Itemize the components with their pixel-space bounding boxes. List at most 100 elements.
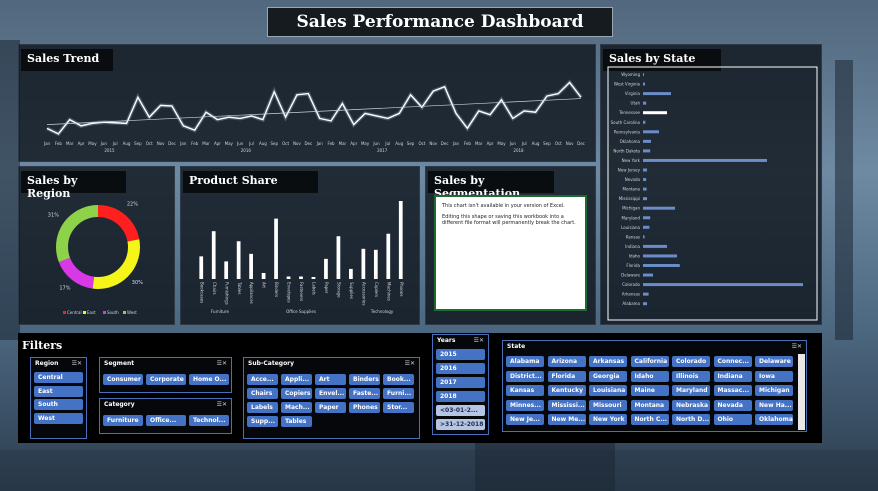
subcategory-chip[interactable]: Tables: [281, 416, 312, 427]
sales-trend-x-tick: Feb: [55, 141, 63, 146]
subcategory-chip[interactable]: Stor...: [383, 402, 414, 413]
state-chip[interactable]: Missouri: [589, 399, 627, 411]
state-chip[interactable]: Kentucky: [547, 385, 586, 396]
state-category-label: Pennsylvania: [614, 129, 641, 134]
state-chip[interactable]: New York: [589, 414, 627, 425]
subcategory-chip[interactable]: Faste...: [349, 388, 380, 399]
state-chip[interactable]: New Me...: [547, 414, 586, 425]
state-chip[interactable]: New Ha...: [755, 399, 793, 411]
state-chip[interactable]: Maine: [630, 385, 669, 396]
state-chip[interactable]: Nevada: [713, 399, 752, 411]
state-chip[interactable]: Kansas: [506, 385, 544, 396]
state-chip[interactable]: North D...: [672, 414, 710, 425]
category-slicer-label: Category: [104, 401, 135, 408]
subcategory-chip[interactable]: Art: [315, 374, 346, 385]
state-chip[interactable]: Indiana: [713, 370, 752, 382]
state-chip[interactable]: New Je...: [506, 414, 544, 425]
product-share-bar: [211, 231, 216, 279]
state-chip[interactable]: Nebraska: [672, 399, 710, 411]
subcategory-slicer: Sub-Category ☰✕ Acce... Appli... Art Binders…: [243, 357, 420, 439]
product-share-bar: [386, 233, 391, 279]
subcategory-chip[interactable]: Supp...: [247, 416, 278, 427]
sales-by-segmentation-title: Sales by Segmentation: [428, 171, 554, 200]
region-chip[interactable]: South: [34, 399, 83, 410]
year-chip[interactable]: 2018: [436, 391, 485, 402]
state-bar: [643, 92, 671, 96]
filter-clear-icon[interactable]: ☰✕: [72, 360, 82, 368]
filter-clear-icon[interactable]: ☰✕: [217, 360, 227, 368]
sales-trend-x-tick: Sep: [407, 141, 415, 146]
year-chip[interactable]: <03-01-2...: [436, 405, 485, 416]
state-chip[interactable]: Massac...: [713, 385, 752, 396]
year-chip[interactable]: 2015: [436, 349, 485, 360]
state-bar: [643, 225, 650, 229]
state-chip[interactable]: Florida: [547, 370, 586, 382]
state-chip[interactable]: Louisiana: [589, 385, 627, 396]
state-chip[interactable]: Idaho: [630, 370, 669, 382]
state-category-label: Colorado: [622, 282, 640, 287]
subcategory-chip[interactable]: Chairs: [247, 388, 278, 399]
state-chip[interactable]: California: [630, 356, 669, 367]
subcategory-chip[interactable]: Binders: [349, 374, 380, 385]
segment-chip[interactable]: Consumer: [103, 374, 143, 385]
state-chip[interactable]: Mississi...: [547, 399, 586, 411]
region-legend-swatch: [83, 311, 86, 314]
state-slicer-scrollbar[interactable]: [798, 354, 805, 430]
unavailable-line-1: This chart isn't available in your versi…: [442, 203, 565, 209]
state-chip[interactable]: Georgia: [589, 370, 627, 382]
state-category-label: Mississippi: [619, 196, 640, 201]
filter-clear-icon[interactable]: ☰✕: [217, 401, 227, 409]
state-chip[interactable]: Ohio: [713, 414, 752, 425]
state-chip[interactable]: Arkansas: [589, 356, 627, 367]
region-legend-swatch: [123, 311, 126, 314]
state-chip[interactable]: Illinois: [672, 370, 710, 382]
product-share-bar: [286, 276, 291, 279]
state-chip[interactable]: Colorado: [672, 356, 710, 367]
segment-chip[interactable]: Corporate: [146, 374, 186, 385]
subcategory-chip[interactable]: Mach...: [281, 402, 312, 413]
subcategory-chip[interactable]: Labels: [247, 402, 278, 413]
subcategory-chip[interactable]: Furni...: [383, 388, 414, 399]
state-chip[interactable]: Michigan: [755, 385, 793, 396]
state-chip[interactable]: North C...: [630, 414, 669, 425]
year-chip[interactable]: 2016: [436, 363, 485, 374]
subcategory-chip[interactable]: Book...: [383, 374, 414, 385]
filter-clear-icon[interactable]: ☰✕: [405, 360, 415, 368]
region-chip[interactable]: Central: [34, 372, 83, 383]
year-chip[interactable]: >31-12-2018: [436, 419, 485, 430]
category-chip[interactable]: Office...: [146, 415, 186, 426]
state-chip[interactable]: Oklahoma: [755, 414, 793, 425]
state-category-label: North Dakota: [613, 148, 640, 153]
state-chip[interactable]: Maryland: [672, 385, 710, 396]
region-chip[interactable]: West: [34, 412, 83, 424]
subcategory-chip[interactable]: Appli...: [281, 374, 312, 385]
state-chip[interactable]: District...: [506, 370, 544, 382]
subcategory-chip[interactable]: Paper: [315, 402, 346, 413]
sales-trend-x-tick: Feb: [327, 141, 335, 146]
sales-trend-x-tick: Jul: [248, 141, 254, 146]
state-chip[interactable]: Montana: [630, 399, 669, 411]
state-category-label: Montana: [623, 187, 641, 192]
state-chip[interactable]: Alabama: [506, 356, 544, 367]
sales-trend-x-tick: Apr: [487, 141, 494, 146]
state-chip[interactable]: Minnes...: [506, 399, 544, 411]
filter-clear-icon[interactable]: ☰✕: [792, 343, 802, 351]
state-chip[interactable]: Iowa: [755, 370, 793, 382]
subcategory-chip[interactable]: Phones: [349, 402, 380, 413]
filter-clear-icon[interactable]: ☰✕: [474, 337, 484, 345]
category-chip[interactable]: Furniture: [103, 415, 143, 426]
year-chip[interactable]: 2017: [436, 377, 485, 388]
state-chip[interactable]: Delaware: [755, 356, 793, 367]
subcategory-chip[interactable]: Envel...: [315, 388, 346, 399]
subcategory-chip[interactable]: Copiers: [281, 388, 312, 399]
state-category-label: Michigan: [622, 206, 640, 211]
state-chip[interactable]: Arizona: [547, 356, 586, 367]
segment-slicer-label: Segment: [104, 360, 135, 367]
state-bar: [643, 111, 667, 115]
state-chip[interactable]: Connec...: [713, 356, 752, 367]
subcategory-chip[interactable]: Acce...: [247, 374, 278, 385]
region-chip[interactable]: East: [34, 385, 83, 397]
category-chip[interactable]: Technol...: [189, 415, 229, 426]
sales-trend-x-tick: Dec: [168, 141, 176, 146]
segment-chip[interactable]: Home O...: [189, 374, 229, 385]
